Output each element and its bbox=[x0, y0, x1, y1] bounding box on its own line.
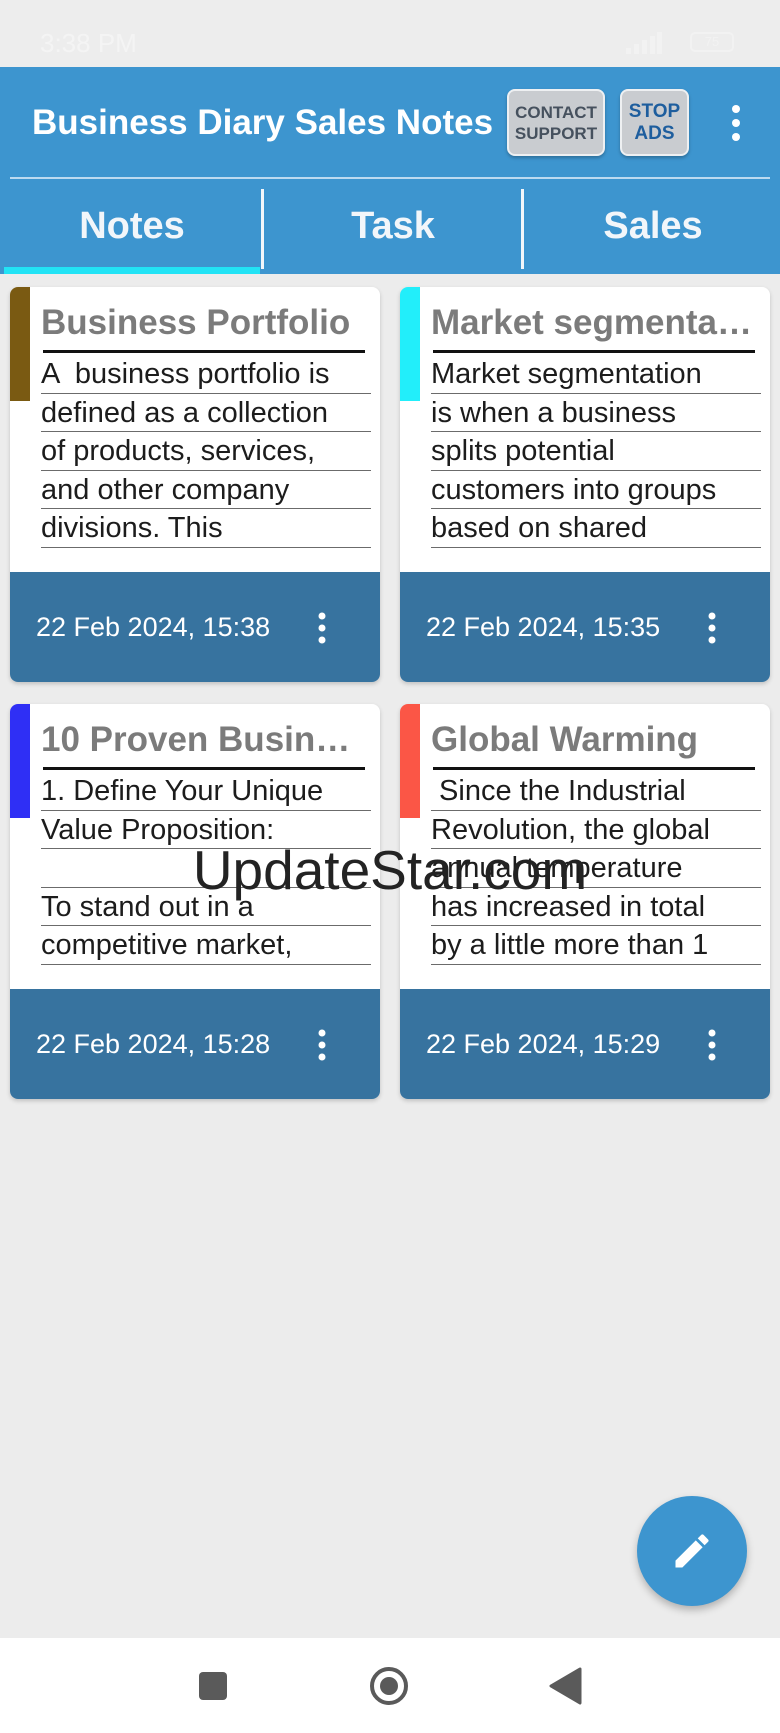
note-preview: Since the Industrial Revolution, the glo… bbox=[431, 772, 761, 965]
note-preview: Market segmentation is when a business s… bbox=[431, 355, 761, 548]
note-card-business-portfolio[interactable]: Business Portfolio A business portfolio … bbox=[10, 287, 380, 682]
note-title: Market segmentat… bbox=[431, 303, 756, 342]
back-icon[interactable] bbox=[548, 1666, 582, 1706]
tab-sales[interactable]: Sales bbox=[523, 179, 780, 274]
note-footer: 22 Feb 2024, 15:38 bbox=[10, 572, 380, 682]
title-rule bbox=[43, 767, 365, 770]
signal-icon bbox=[626, 32, 662, 54]
more-vert-icon[interactable] bbox=[316, 612, 328, 644]
note-date: 22 Feb 2024, 15:38 bbox=[36, 612, 271, 642]
app-bar: Business Diary Sales Notes CONTACT SUPPO… bbox=[0, 67, 780, 274]
note-title: Business Portfolio bbox=[41, 303, 351, 342]
note-line: of products, services, bbox=[41, 432, 371, 471]
note-title: Global Warming bbox=[431, 720, 699, 759]
note-title: 10 Proven Busines… bbox=[41, 720, 366, 759]
note-footer: 22 Feb 2024, 15:35 bbox=[400, 572, 770, 682]
note-line: 1. Define Your Unique bbox=[41, 772, 371, 811]
note-line: Revolution, the global bbox=[431, 811, 761, 849]
note-line: Market segmentation bbox=[431, 355, 761, 394]
system-nav-bar bbox=[0, 1638, 780, 1733]
note-color-stripe bbox=[400, 704, 420, 818]
note-color-stripe bbox=[10, 704, 30, 818]
note-date: 22 Feb 2024, 15:29 bbox=[426, 1029, 661, 1059]
note-line: divisions. This bbox=[41, 509, 371, 548]
note-card-market-segmentation[interactable]: Market segmentat… Market segmentation is… bbox=[400, 287, 770, 682]
note-line: A business portfolio is bbox=[41, 355, 371, 394]
stop-ads-button[interactable]: STOP ADS bbox=[620, 89, 689, 156]
note-footer: 22 Feb 2024, 15:29 bbox=[400, 989, 770, 1099]
note-line: Value Proposition: bbox=[41, 811, 371, 849]
note-date: 22 Feb 2024, 15:35 bbox=[426, 612, 661, 642]
note-color-stripe bbox=[10, 287, 30, 401]
home-icon[interactable] bbox=[369, 1666, 409, 1706]
note-line: competitive market, bbox=[41, 926, 371, 965]
tab-task-label: Task bbox=[351, 205, 435, 247]
note-line: based on shared bbox=[431, 509, 761, 548]
title-rule bbox=[433, 350, 755, 353]
note-footer: 22 Feb 2024, 15:28 bbox=[10, 989, 380, 1099]
recents-icon[interactable] bbox=[199, 1672, 227, 1700]
note-card-proven-business[interactable]: 10 Proven Busines… 1. Define Your Unique… bbox=[10, 704, 380, 1099]
app-title: Business Diary Sales Notes bbox=[32, 103, 494, 142]
note-line: To stand out in a bbox=[41, 888, 371, 926]
more-vert-icon[interactable] bbox=[316, 1029, 328, 1061]
more-vert-icon[interactable] bbox=[724, 103, 748, 143]
contact-support-label: CONTACT SUPPORT bbox=[514, 102, 598, 143]
pencil-icon bbox=[675, 1534, 709, 1568]
note-line: defined as a collection bbox=[41, 394, 371, 432]
note-preview: A business portfolio is defined as a col… bbox=[41, 355, 371, 548]
new-note-button[interactable] bbox=[637, 1496, 747, 1606]
stop-ads-label: STOP ADS bbox=[628, 100, 681, 144]
note-preview: 1. Define Your Unique Value Proposition:… bbox=[41, 772, 371, 965]
status-time: 3:38 PM bbox=[40, 28, 137, 58]
note-line bbox=[41, 849, 371, 888]
battery-icon: 75 bbox=[690, 32, 734, 52]
note-color-stripe bbox=[400, 287, 420, 401]
contact-support-button[interactable]: CONTACT SUPPORT bbox=[507, 89, 605, 156]
note-date: 22 Feb 2024, 15:28 bbox=[36, 1029, 271, 1059]
note-line: and other company bbox=[41, 471, 371, 509]
note-line: has increased in total bbox=[431, 888, 761, 926]
note-line: annual temperature bbox=[431, 849, 761, 888]
note-line: Since the Industrial bbox=[431, 772, 761, 811]
tab-indicator bbox=[4, 267, 260, 274]
note-line: is when a business bbox=[431, 394, 761, 432]
note-line: customers into groups bbox=[431, 471, 761, 509]
note-line: by a little more than 1 bbox=[431, 926, 761, 965]
tab-task[interactable]: Task bbox=[263, 179, 523, 274]
status-bar: 3:38 PM 75 bbox=[0, 0, 780, 67]
tab-sales-label: Sales bbox=[603, 205, 703, 247]
tab-notes-label: Notes bbox=[79, 205, 185, 247]
title-rule bbox=[433, 767, 755, 770]
tab-bar: Notes Task Sales bbox=[0, 179, 780, 274]
note-card-global-warming[interactable]: Global Warming Since the Industrial Revo… bbox=[400, 704, 770, 1099]
title-rule bbox=[43, 350, 365, 353]
more-vert-icon[interactable] bbox=[706, 612, 718, 644]
more-vert-icon[interactable] bbox=[706, 1029, 718, 1061]
tab-notes[interactable]: Notes bbox=[2, 179, 262, 274]
note-line: splits potential bbox=[431, 432, 761, 471]
